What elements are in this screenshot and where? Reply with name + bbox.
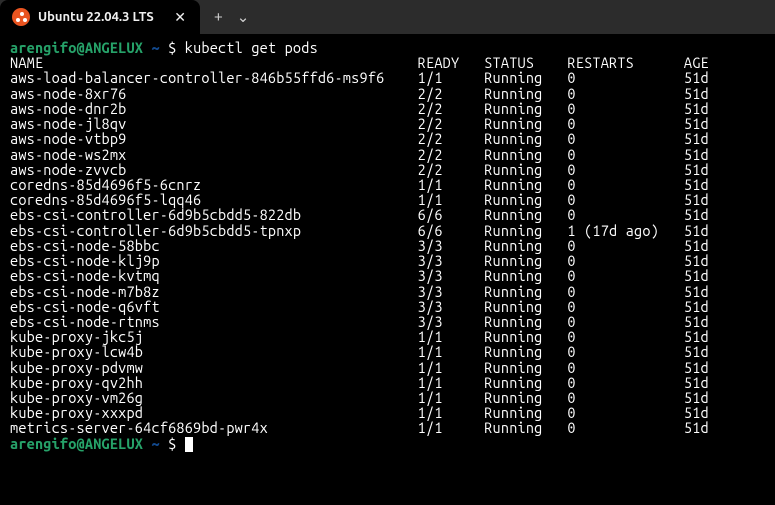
prompt-user-host: arengifo@ANGELUX [10,435,143,452]
tab-menu-button[interactable]: ⌄ [237,8,250,26]
close-icon[interactable]: ✕ [172,9,188,26]
cursor [185,437,193,452]
prompt-path: ~ [151,435,159,452]
new-tab-button[interactable]: + [214,9,223,26]
terminal[interactable]: arengifo@ANGELUX ~ $ kubectl get pods NA… [0,34,775,505]
prompt-dollar: $ [168,435,176,452]
active-tab[interactable]: Ubuntu 22.04.3 LTS ✕ [0,0,200,34]
tab-title: Ubuntu 22.04.3 LTS [38,10,164,24]
tab-bar: Ubuntu 22.04.3 LTS ✕ + ⌄ [0,0,775,34]
ubuntu-icon [12,8,30,26]
tab-actions: + ⌄ [200,8,263,26]
